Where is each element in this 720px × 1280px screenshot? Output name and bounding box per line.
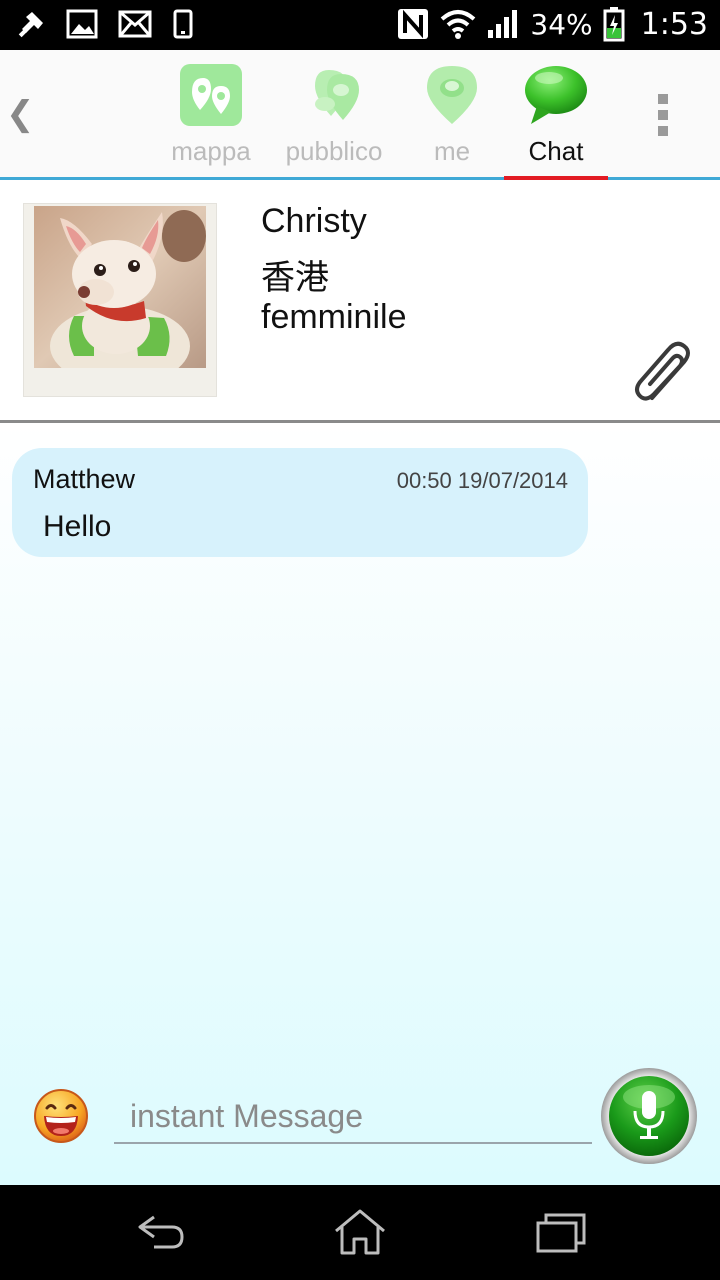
chat-area[interactable]: Matthew 00:50 19/07/2014 Hello: [0, 423, 720, 1185]
tab-label: mappa: [171, 136, 251, 166]
nfc-icon: [398, 9, 429, 39]
message-bubble[interactable]: Matthew 00:50 19/07/2014 Hello: [12, 448, 588, 557]
tab-label: me: [433, 136, 471, 166]
me-pin-icon: [427, 66, 477, 124]
back-chevron-icon[interactable]: ❮: [6, 94, 35, 134]
message-input[interactable]: [114, 1090, 592, 1144]
paperclip-icon[interactable]: [630, 340, 698, 408]
message-text: Hello: [43, 510, 112, 543]
image-icon: [66, 9, 98, 39]
mail-icon: [118, 10, 152, 38]
message-sender: Matthew: [33, 464, 136, 494]
status-bar: 34% 1:53: [0, 0, 720, 50]
battery-charging-icon: [603, 7, 625, 42]
back-icon[interactable]: [134, 1207, 190, 1257]
profile-name: Christy: [261, 202, 367, 240]
emoji-icon[interactable]: [33, 1088, 89, 1144]
message-timestamp: 00:50 19/07/2014: [396, 468, 568, 493]
tab-me[interactable]: me: [410, 58, 494, 180]
map-pin-icon: [180, 64, 242, 126]
wifi-icon: [441, 10, 476, 39]
profile-card: Christy 香港 femminile: [0, 180, 720, 423]
recent-apps-icon[interactable]: [534, 1207, 590, 1257]
overflow-menu-icon[interactable]: [658, 94, 670, 136]
tab-pubblico[interactable]: pubblico: [277, 58, 391, 180]
pin-icon: [18, 12, 43, 38]
profile-city: 香港: [261, 258, 329, 298]
home-icon[interactable]: [332, 1207, 388, 1257]
phone-icon: [173, 9, 193, 39]
tab-label: pubblico: [285, 136, 383, 166]
tab-chat[interactable]: Chat: [504, 58, 608, 180]
app-header: ❮ mappa pubblico me Chat: [0, 50, 720, 180]
avatar[interactable]: [24, 204, 216, 396]
profile-photo: [34, 206, 206, 368]
public-pins-icon: [315, 70, 359, 120]
tab-label: Chat: [528, 136, 584, 166]
signal-icon: [488, 10, 518, 38]
profile-gender: femminile: [261, 298, 407, 336]
tab-mappa[interactable]: mappa: [163, 58, 259, 180]
microphone-button[interactable]: [600, 1067, 698, 1165]
chat-bubble-icon: [525, 66, 587, 124]
battery-percent: 34%: [530, 7, 593, 41]
clock: 1:53: [640, 6, 708, 42]
system-nav-bar: [0, 1185, 720, 1280]
